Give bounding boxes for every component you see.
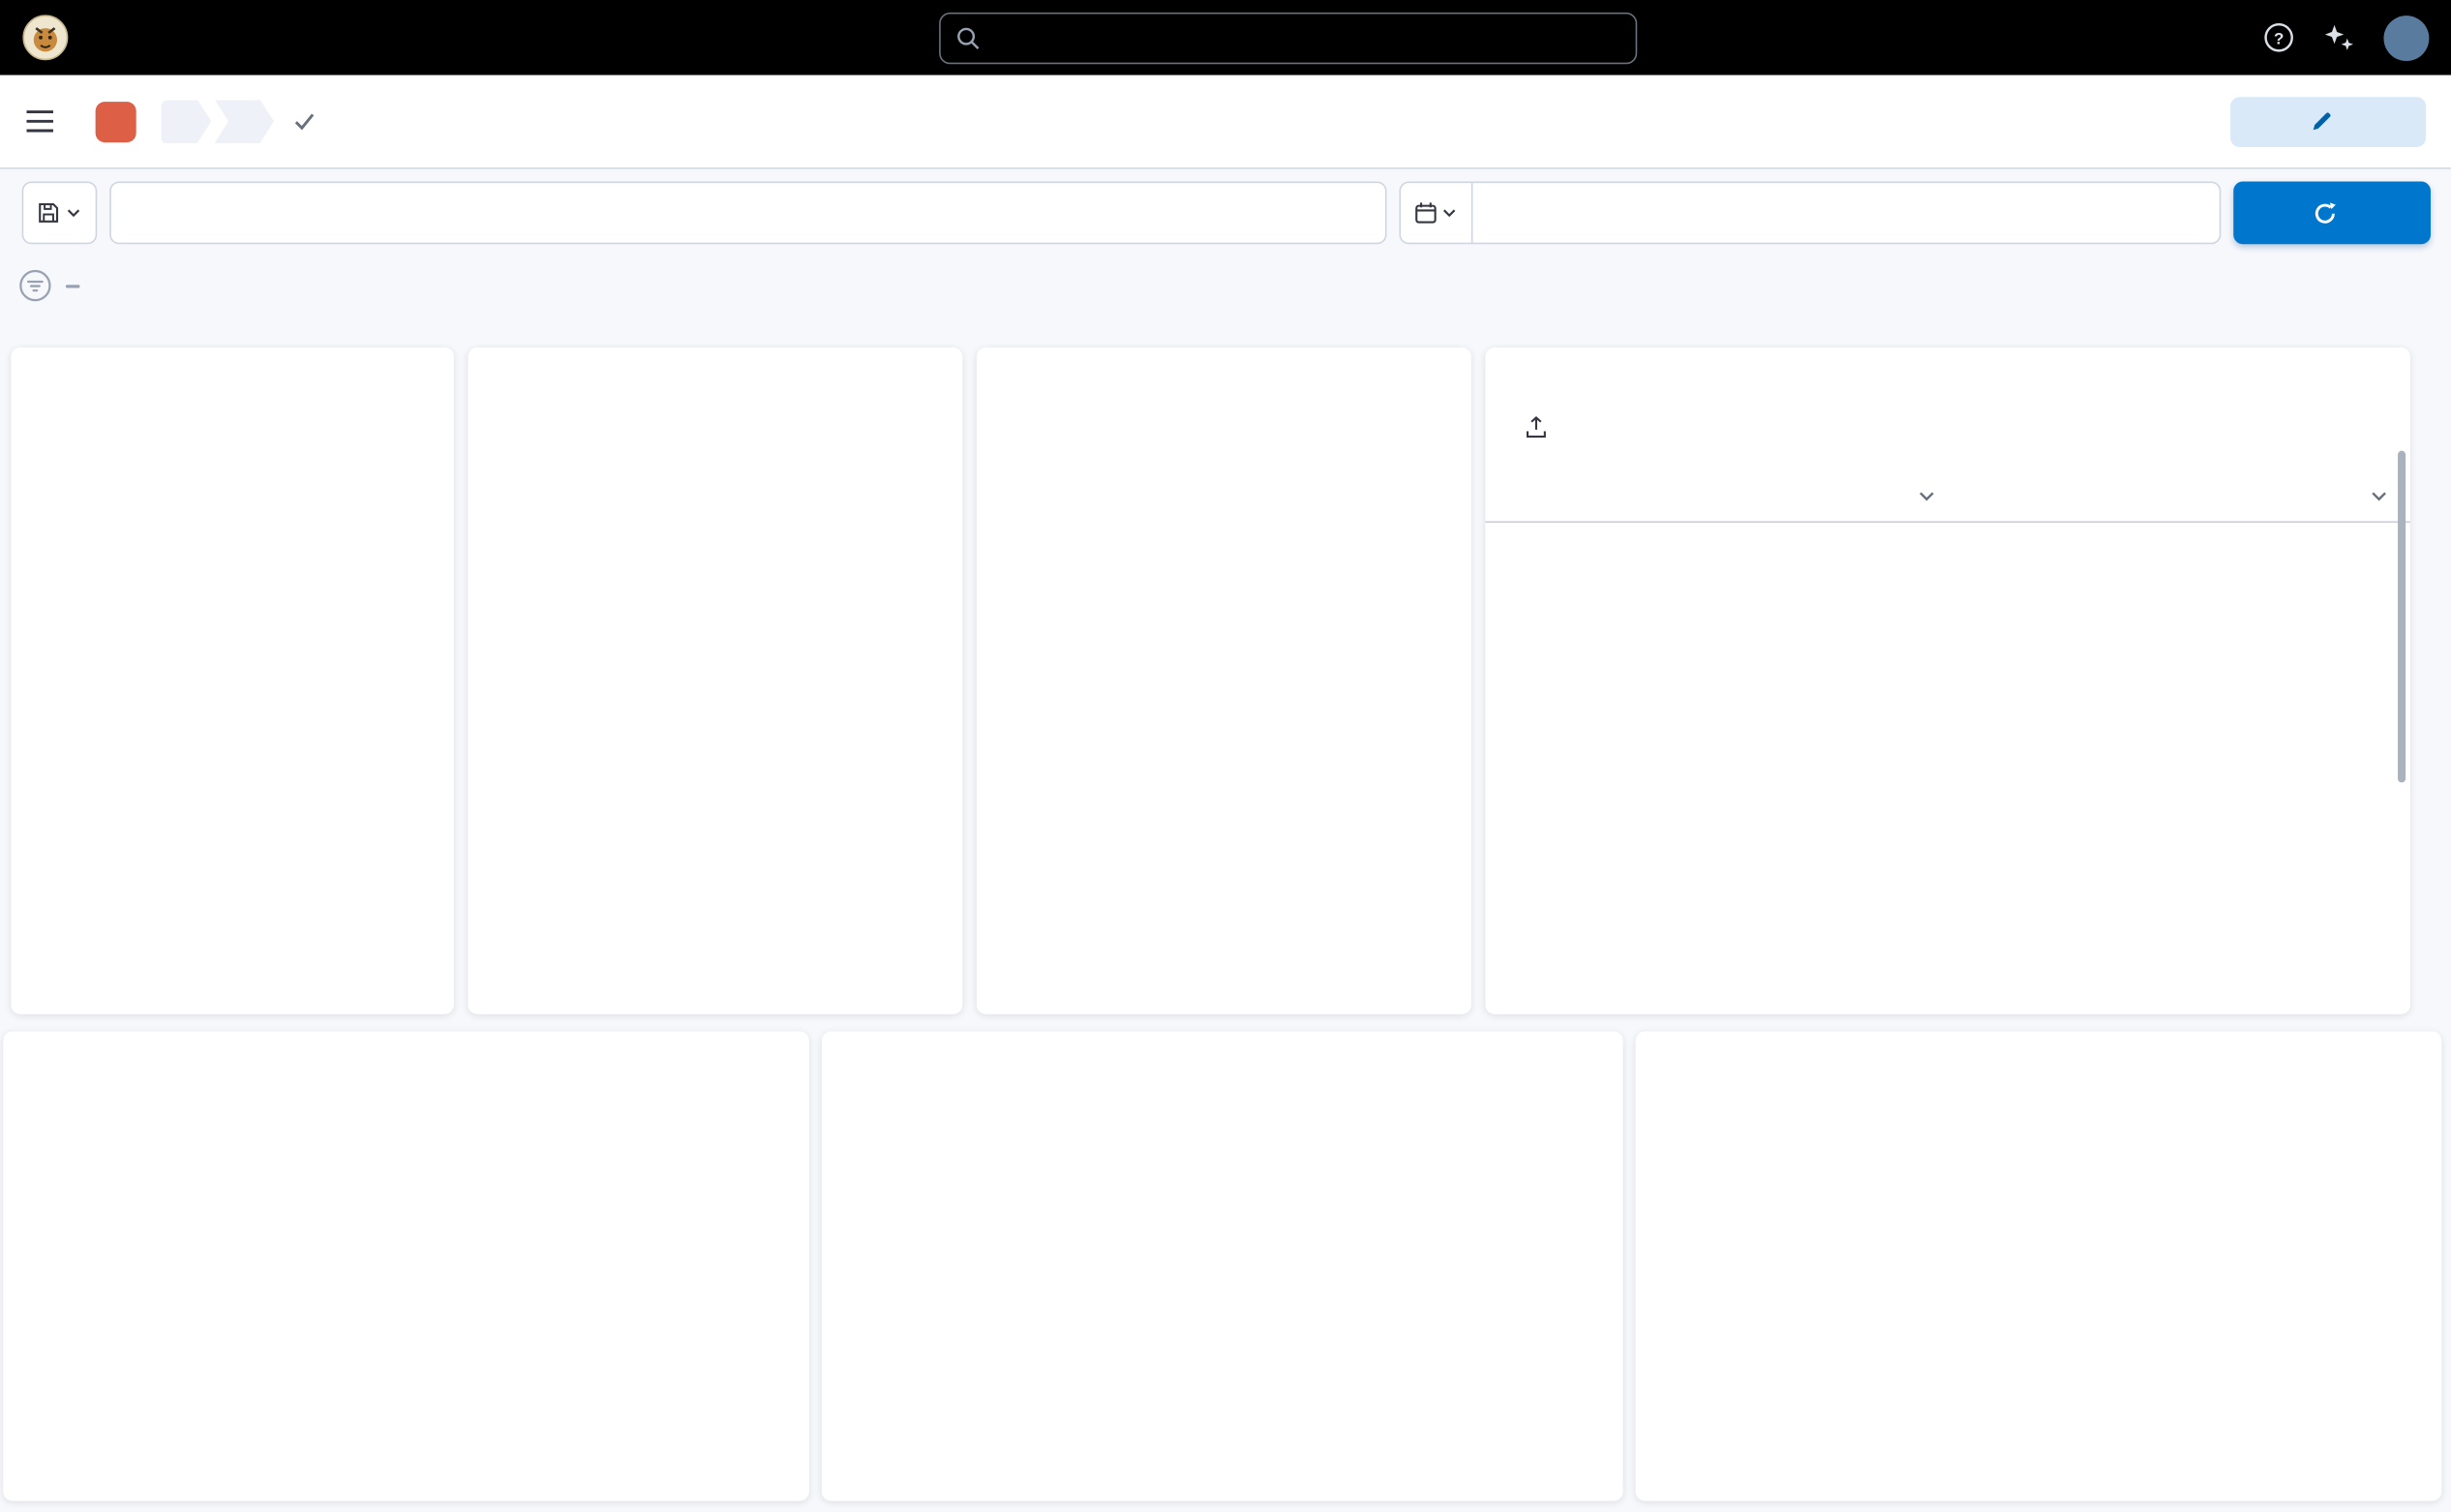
help-icon[interactable]: ?	[2263, 22, 2294, 53]
pie-chart	[994, 587, 1226, 818]
saved-query-button[interactable]	[22, 182, 98, 245]
filter-divider	[66, 284, 80, 287]
nav-bar	[0, 76, 2451, 169]
chevron-down-icon	[1441, 205, 1457, 221]
column-header-domains[interactable]	[1507, 486, 1936, 504]
area-chart	[3, 1073, 809, 1433]
panel-dns-internal-query	[3, 1032, 809, 1501]
column-header-count[interactable]	[1958, 486, 2389, 504]
query-bar	[22, 182, 2431, 245]
menu-icon[interactable]	[25, 109, 55, 133]
export-icon	[1526, 416, 1546, 438]
panel-dns-responses	[977, 348, 1471, 1014]
panel-dns-total-requests	[11, 348, 454, 1014]
chevron-down-icon	[66, 205, 81, 221]
refresh-icon	[2314, 201, 2337, 225]
chevron-down-icon[interactable]	[2370, 486, 2388, 504]
kql-search	[109, 182, 1386, 245]
line-chart	[822, 1073, 1623, 1433]
calendar-button[interactable]	[1401, 183, 1472, 242]
calico-logo-icon[interactable]	[22, 15, 70, 62]
edit-button[interactable]	[2230, 96, 2426, 146]
save-icon	[38, 202, 60, 225]
query-search-input[interactable]	[109, 182, 1386, 245]
pie-chart	[484, 554, 781, 851]
search-icon	[956, 26, 980, 49]
global-search-box[interactable]	[939, 13, 1637, 64]
panel-dns-external-query	[1636, 1032, 2442, 1501]
date-picker-group	[1399, 182, 2221, 245]
table-header	[1485, 469, 2410, 523]
breadcrumb-dashboard[interactable]	[162, 100, 212, 143]
top-bar: ?	[0, 0, 2451, 76]
chevron-down-icon[interactable]	[1918, 486, 1936, 504]
legend-list-button[interactable]	[840, 1461, 878, 1498]
scrollbar-thumb[interactable]	[2398, 451, 2406, 783]
global-search-input[interactable]	[992, 26, 1619, 51]
check-icon[interactable]	[292, 111, 316, 132]
dashboard-app: ?	[0, 0, 2451, 1512]
breadcrumb-current	[215, 100, 274, 143]
panel-dns-requests	[468, 348, 962, 1014]
space-badge[interactable]	[96, 101, 136, 141]
legend-list-button[interactable]	[1654, 1461, 1692, 1498]
breadcrumb	[162, 100, 317, 143]
filter-icon[interactable]	[18, 269, 51, 302]
dashboard-actions	[2068, 96, 2426, 146]
export-button[interactable]	[1526, 416, 1557, 438]
panel-dns-latency	[822, 1032, 1623, 1501]
gauge-chart	[44, 438, 419, 814]
refresh-button[interactable]	[2233, 182, 2431, 245]
assistant-icon[interactable]	[2322, 22, 2355, 53]
legend-list-button[interactable]	[995, 970, 1033, 1008]
calendar-icon	[1415, 202, 1437, 225]
area-chart	[1636, 1073, 2442, 1433]
legend-list-button[interactable]	[487, 970, 525, 1008]
svg-text:?: ?	[2274, 29, 2284, 47]
user-avatar[interactable]	[2383, 15, 2429, 60]
pencil-icon	[2312, 111, 2332, 132]
panel-top-external-domains	[1485, 348, 2410, 1014]
topbar-icons: ?	[2263, 0, 2429, 76]
filter-bar	[18, 269, 94, 302]
legend-list-button[interactable]	[22, 1461, 60, 1498]
